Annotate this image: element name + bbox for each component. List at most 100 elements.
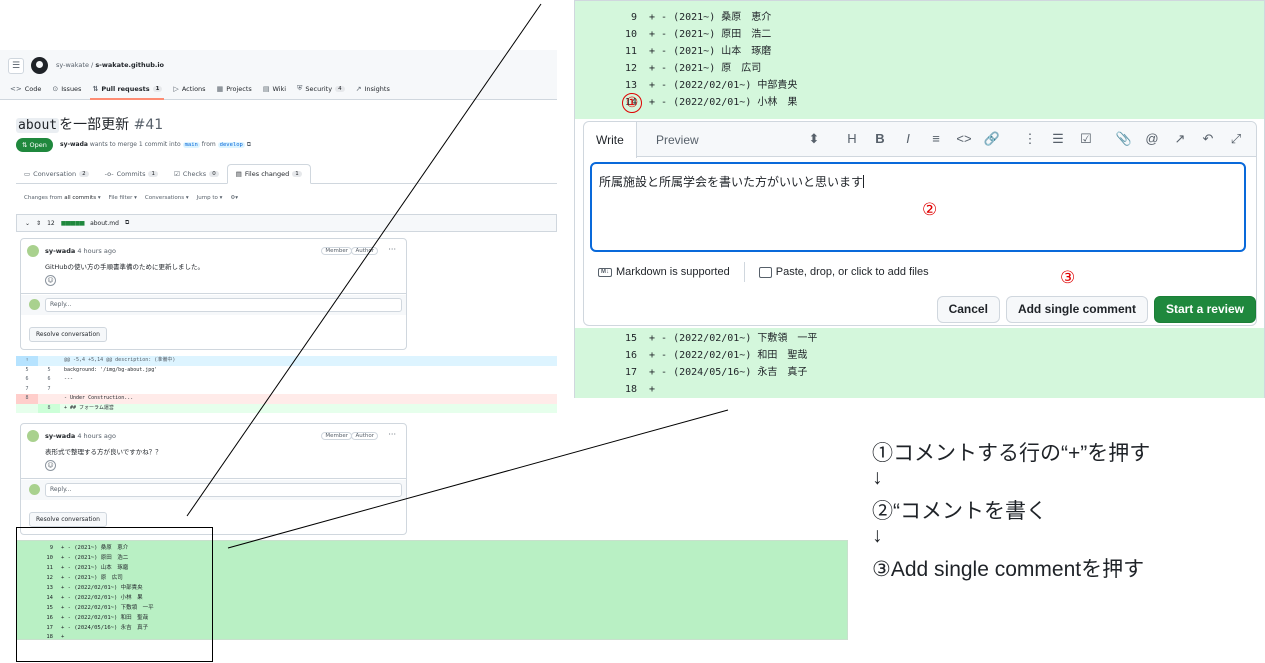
expand-up-icon[interactable]: ⇡ <box>16 356 38 366</box>
tab-files-changed[interactable]: ▤ Files changed 1 <box>226 164 311 184</box>
repo-tab-actions[interactable]: ▷ Actions <box>173 84 205 93</box>
repo-tab-pull-requests[interactable]: ⇅ Pull requests 1 <box>90 84 165 100</box>
start-review-button[interactable]: Start a review <box>1153 296 1256 323</box>
file-filter-dropdown[interactable]: File filter ▾ <box>109 195 137 201</box>
cancel-button[interactable]: Cancel <box>936 296 1000 323</box>
comment-time[interactable]: 4 hours ago <box>77 247 116 255</box>
tab-commits[interactable]: -o- Commits 1 <box>97 164 166 183</box>
conversations-dropdown[interactable]: Conversations ▾ <box>145 195 189 201</box>
repo-tab-issues[interactable]: ⊙ Issues <box>52 84 81 93</box>
attach-icon[interactable]: 📎 <box>1110 130 1138 148</box>
line-number[interactable]: 9 <box>617 9 637 26</box>
diff-line-added: 8 + ## フォーラム運営 <box>16 403 557 413</box>
resolve-conversation-button[interactable]: Resolve conversation <box>29 512 107 527</box>
avatar[interactable] <box>27 430 39 442</box>
tab-write[interactable]: Write <box>584 122 637 158</box>
head-branch[interactable]: develop <box>217 142 245 148</box>
kebab-menu-icon[interactable]: ··· <box>388 245 396 254</box>
menu-icon[interactable]: ☰ <box>8 58 24 74</box>
bold-icon[interactable]: B <box>866 130 894 148</box>
repo-tab-label: Wiki <box>272 84 287 93</box>
new-line-number[interactable]: 6 <box>38 375 60 385</box>
line-number[interactable]: 10 <box>617 26 637 43</box>
file-name[interactable]: about.md <box>90 220 119 227</box>
attach-files-link[interactable]: Paste, drop, or click to add files <box>776 266 929 278</box>
comment-textarea[interactable]: 所属施設と所属学会を書いた方がいいと思います <box>590 162 1246 252</box>
github-logo-icon[interactable] <box>31 57 48 74</box>
emoji-icon[interactable]: ☺ <box>45 460 56 471</box>
link-icon[interactable]: 🔗 <box>978 130 1006 148</box>
line-number[interactable]: 17 <box>617 364 637 381</box>
code-icon[interactable]: <> <box>950 130 978 148</box>
heading-icon[interactable]: H <box>838 130 866 148</box>
repo-tab-insights[interactable]: ↗ Insights <box>356 84 390 93</box>
bulleted-list-icon[interactable]: ☰ <box>1044 130 1072 148</box>
comment-author[interactable]: sy-wada <box>45 432 75 440</box>
changes-from-dropdown[interactable]: Changes from all commits ▾ <box>24 195 101 201</box>
reply-input[interactable]: Reply... <box>45 483 402 497</box>
mention-icon[interactable]: @ <box>1138 130 1166 148</box>
add-single-comment-button[interactable]: Add single comment <box>1005 296 1148 323</box>
gear-icon[interactable]: ⚙▾ <box>230 195 238 201</box>
comment-author[interactable]: sy-wada <box>45 247 75 255</box>
cross-reference-icon[interactable]: ↗ <box>1166 130 1194 148</box>
chevron-down-icon[interactable]: ⌄ <box>25 220 30 227</box>
jump-to-dropdown[interactable]: Jump to ▾ <box>197 195 223 201</box>
review-thread: sy-wada 4 hours ago Member Author ··· 表形… <box>20 423 407 535</box>
comment-time[interactable]: 4 hours ago <box>77 432 116 440</box>
base-branch[interactable]: main <box>182 142 200 148</box>
line-number[interactable]: 18 <box>617 381 637 398</box>
tab-checks[interactable]: ☑ Checks 0 <box>166 164 227 183</box>
repo-tab-code[interactable]: <> Code <box>10 84 41 93</box>
comment-icon: ▭ <box>24 169 31 178</box>
avatar[interactable] <box>27 245 39 257</box>
count-badge: 0 <box>209 170 219 177</box>
repo-tab-projects[interactable]: ▦ Projects <box>217 84 252 93</box>
undo-icon[interactable]: ↶ <box>1194 130 1222 148</box>
old-line-number[interactable]: 6 <box>16 375 38 385</box>
diff-code: --- <box>64 376 74 382</box>
diff-line-added: 13 + - (2022/02/01~) 中部貴央 <box>575 77 1264 94</box>
new-line-number[interactable]: 5 <box>38 366 60 376</box>
repo-tab-wiki[interactable]: ▤ Wiki <box>263 84 286 93</box>
image-icon[interactable] <box>758 266 772 278</box>
markdown-icon[interactable]: M↓ <box>598 267 612 277</box>
line-number[interactable]: 13 <box>617 77 637 94</box>
pr-meta-text: from <box>201 141 216 148</box>
pr-author[interactable]: sy-wada <box>60 141 88 148</box>
reply-row: Reply... <box>21 295 406 315</box>
new-line-number[interactable]: 8 <box>38 403 60 413</box>
quote-icon[interactable]: ≡ <box>922 130 950 148</box>
old-line-number[interactable]: 5 <box>16 366 38 376</box>
diff-line-added: 16 + - (2022/02/01~) 和田 聖哉 <box>575 347 1264 364</box>
markdown-supported-link[interactable]: Markdown is supported <box>616 266 730 278</box>
diff-code: - Under Construction... <box>64 395 134 401</box>
line-number[interactable]: 15 <box>617 330 637 347</box>
repo-tab-security[interactable]: ⛨ Security 4 <box>297 84 345 93</box>
repo-name[interactable]: s-wakate.github.io <box>95 61 164 69</box>
emoji-icon[interactable]: ☺ <box>45 275 56 286</box>
kebab-menu-icon[interactable]: ··· <box>388 430 396 439</box>
old-line-number[interactable]: 8 <box>16 394 38 404</box>
new-line-number[interactable]: 7 <box>38 385 60 395</box>
italic-icon[interactable]: I <box>894 130 922 148</box>
comment-body: 表形式で整理する方が良いですかね？？ <box>45 448 162 456</box>
tab-label: Commits <box>116 169 146 178</box>
resolve-conversation-button[interactable]: Resolve conversation <box>29 327 107 342</box>
line-number[interactable]: 12 <box>617 60 637 77</box>
copy-icon[interactable]: ⧉ <box>125 219 129 227</box>
fullscreen-icon[interactable]: ⤢ <box>1222 130 1250 148</box>
line-number[interactable]: 11 <box>617 43 637 60</box>
reply-input[interactable]: Reply... <box>45 298 402 312</box>
repo-owner[interactable]: sy-wakate <box>56 61 89 69</box>
line-number[interactable]: 16 <box>617 347 637 364</box>
count-badge: 2 <box>79 170 89 177</box>
task-list-icon[interactable]: ☑ <box>1072 130 1100 148</box>
tab-conversation[interactable]: ▭ Conversation 2 <box>16 164 97 183</box>
tab-preview[interactable]: Preview <box>644 122 711 158</box>
insert-suggestion-icon[interactable]: ⬍ <box>800 130 828 148</box>
expand-icon[interactable]: ⇕ <box>36 220 41 227</box>
copy-icon[interactable]: ⧉ <box>247 141 251 148</box>
numbered-list-icon[interactable]: ⋮ <box>1016 130 1044 148</box>
old-line-number[interactable]: 7 <box>16 385 38 395</box>
